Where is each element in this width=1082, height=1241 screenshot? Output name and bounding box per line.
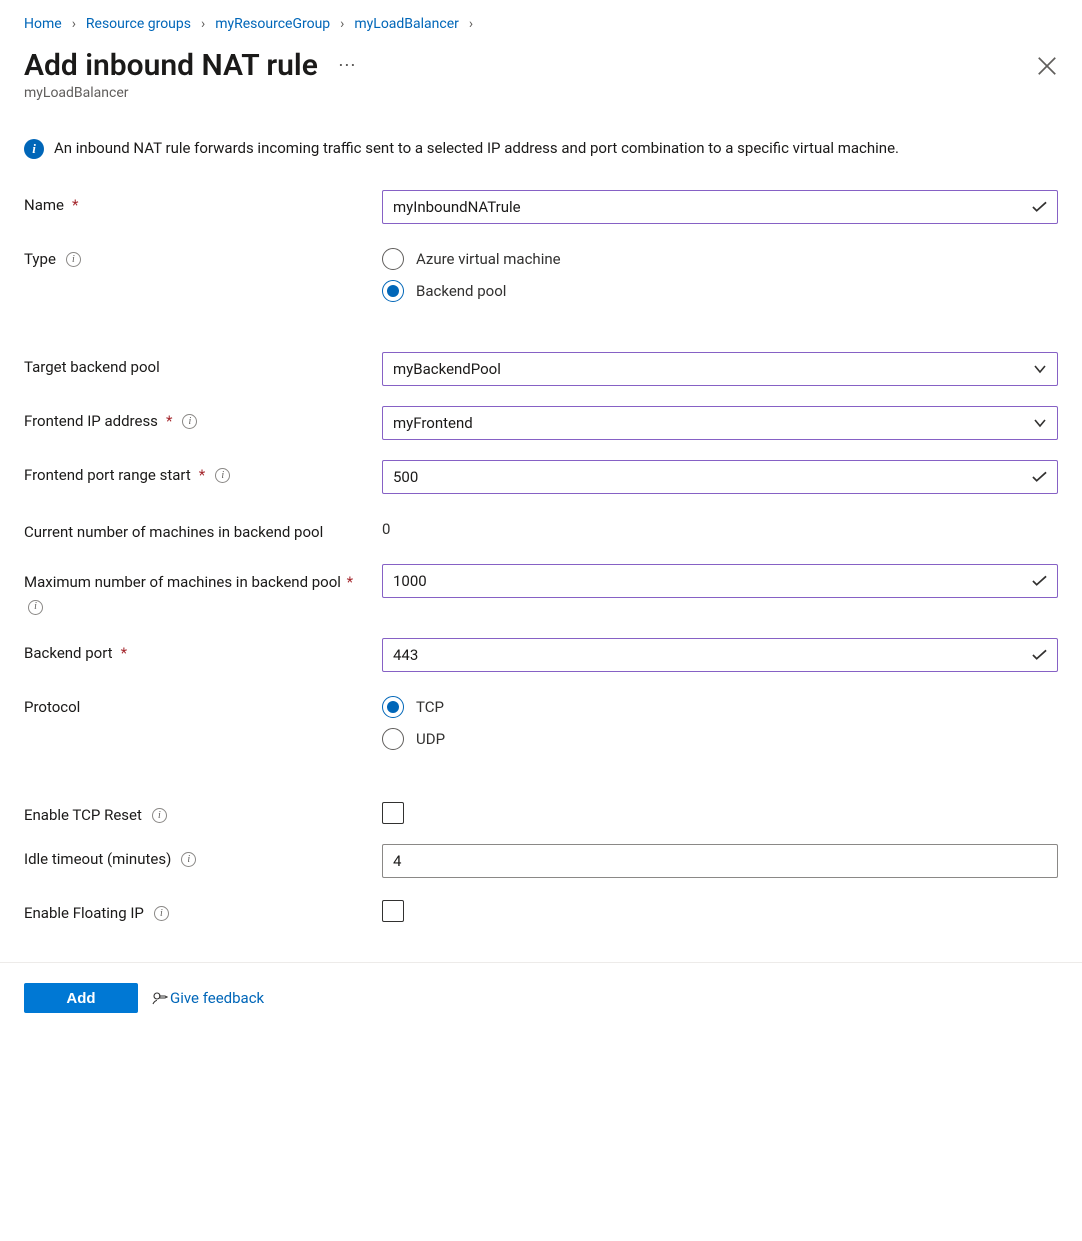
info-hint-icon[interactable]: i bbox=[154, 906, 169, 921]
feedback-label: Give feedback bbox=[170, 989, 264, 1007]
info-hint-icon[interactable]: i bbox=[28, 600, 43, 615]
chevron-right-icon: › bbox=[469, 16, 473, 32]
frontend-ip-select[interactable]: myFrontend bbox=[382, 406, 1058, 440]
frontend-ip-label: Frontend IP address* i bbox=[24, 406, 382, 430]
give-feedback-link[interactable]: Give feedback bbox=[152, 989, 264, 1007]
floating-ip-checkbox[interactable] bbox=[382, 900, 404, 922]
add-button[interactable]: Add bbox=[24, 983, 138, 1013]
chevron-right-icon: › bbox=[340, 16, 344, 32]
frontend-port-start-label: Frontend port range start* i bbox=[24, 460, 382, 484]
info-hint-icon[interactable]: i bbox=[181, 852, 196, 867]
idle-timeout-label: Idle timeout (minutes) i bbox=[24, 844, 382, 868]
breadcrumb: Home › Resource groups › myResourceGroup… bbox=[24, 16, 1058, 32]
type-radio-backend-pool[interactable]: Backend pool bbox=[382, 280, 1058, 302]
breadcrumb-resource-groups[interactable]: Resource groups bbox=[86, 16, 191, 32]
target-backend-pool-label: Target backend pool bbox=[24, 352, 382, 376]
idle-timeout-input[interactable]: 4 bbox=[382, 844, 1058, 878]
tcp-reset-checkbox[interactable] bbox=[382, 802, 404, 824]
type-label: Type i bbox=[24, 244, 382, 268]
chevron-right-icon: › bbox=[201, 16, 205, 32]
backend-port-label: Backend port* bbox=[24, 638, 382, 662]
name-input[interactable]: myInboundNATrule bbox=[382, 190, 1058, 224]
info-text: An inbound NAT rule forwards incoming tr… bbox=[54, 137, 899, 160]
max-machines-input[interactable]: 1000 bbox=[382, 564, 1058, 598]
close-icon[interactable] bbox=[1036, 55, 1058, 77]
checkmark-icon bbox=[1032, 575, 1047, 587]
current-machines-value: 0 bbox=[382, 514, 1058, 538]
frontend-port-start-input[interactable]: 500 bbox=[382, 460, 1058, 494]
protocol-label: Protocol bbox=[24, 692, 382, 716]
info-banner: i An inbound NAT rule forwards incoming … bbox=[24, 137, 1058, 160]
info-hint-icon[interactable]: i bbox=[182, 414, 197, 429]
name-label: Name* bbox=[24, 190, 382, 214]
info-hint-icon[interactable]: i bbox=[152, 808, 167, 823]
radio-label: Backend pool bbox=[416, 282, 506, 300]
page-subtitle: myLoadBalancer bbox=[24, 85, 1058, 101]
radio-label: Azure virtual machine bbox=[416, 250, 561, 268]
protocol-radio-udp[interactable]: UDP bbox=[382, 728, 1058, 750]
tcp-reset-label: Enable TCP Reset i bbox=[24, 800, 382, 824]
breadcrumb-load-balancer[interactable]: myLoadBalancer bbox=[354, 16, 459, 32]
type-radio-azure-vm[interactable]: Azure virtual machine bbox=[382, 248, 1058, 270]
chevron-down-icon bbox=[1033, 362, 1047, 376]
checkmark-icon bbox=[1032, 201, 1047, 213]
radio-label: TCP bbox=[416, 698, 444, 716]
info-icon: i bbox=[24, 139, 44, 159]
backend-port-input[interactable]: 443 bbox=[382, 638, 1058, 672]
feedback-icon bbox=[152, 990, 168, 1006]
info-hint-icon[interactable]: i bbox=[66, 252, 81, 267]
current-machines-label: Current number of machines in backend po… bbox=[24, 514, 382, 544]
checkmark-icon bbox=[1032, 649, 1047, 661]
page-title: Add inbound NAT rule bbox=[24, 48, 318, 83]
target-backend-pool-select[interactable]: myBackendPool bbox=[382, 352, 1058, 386]
breadcrumb-resource-group[interactable]: myResourceGroup bbox=[215, 16, 330, 32]
more-actions-icon[interactable]: ⋯ bbox=[338, 57, 357, 75]
floating-ip-label: Enable Floating IP i bbox=[24, 898, 382, 922]
radio-label: UDP bbox=[416, 730, 445, 748]
chevron-down-icon bbox=[1033, 416, 1047, 430]
breadcrumb-home[interactable]: Home bbox=[24, 16, 62, 32]
checkmark-icon bbox=[1032, 471, 1047, 483]
info-hint-icon[interactable]: i bbox=[215, 468, 230, 483]
chevron-right-icon: › bbox=[72, 16, 76, 32]
max-machines-label: Maximum number of machines in backend po… bbox=[24, 564, 382, 618]
protocol-radio-tcp[interactable]: TCP bbox=[382, 696, 1058, 718]
